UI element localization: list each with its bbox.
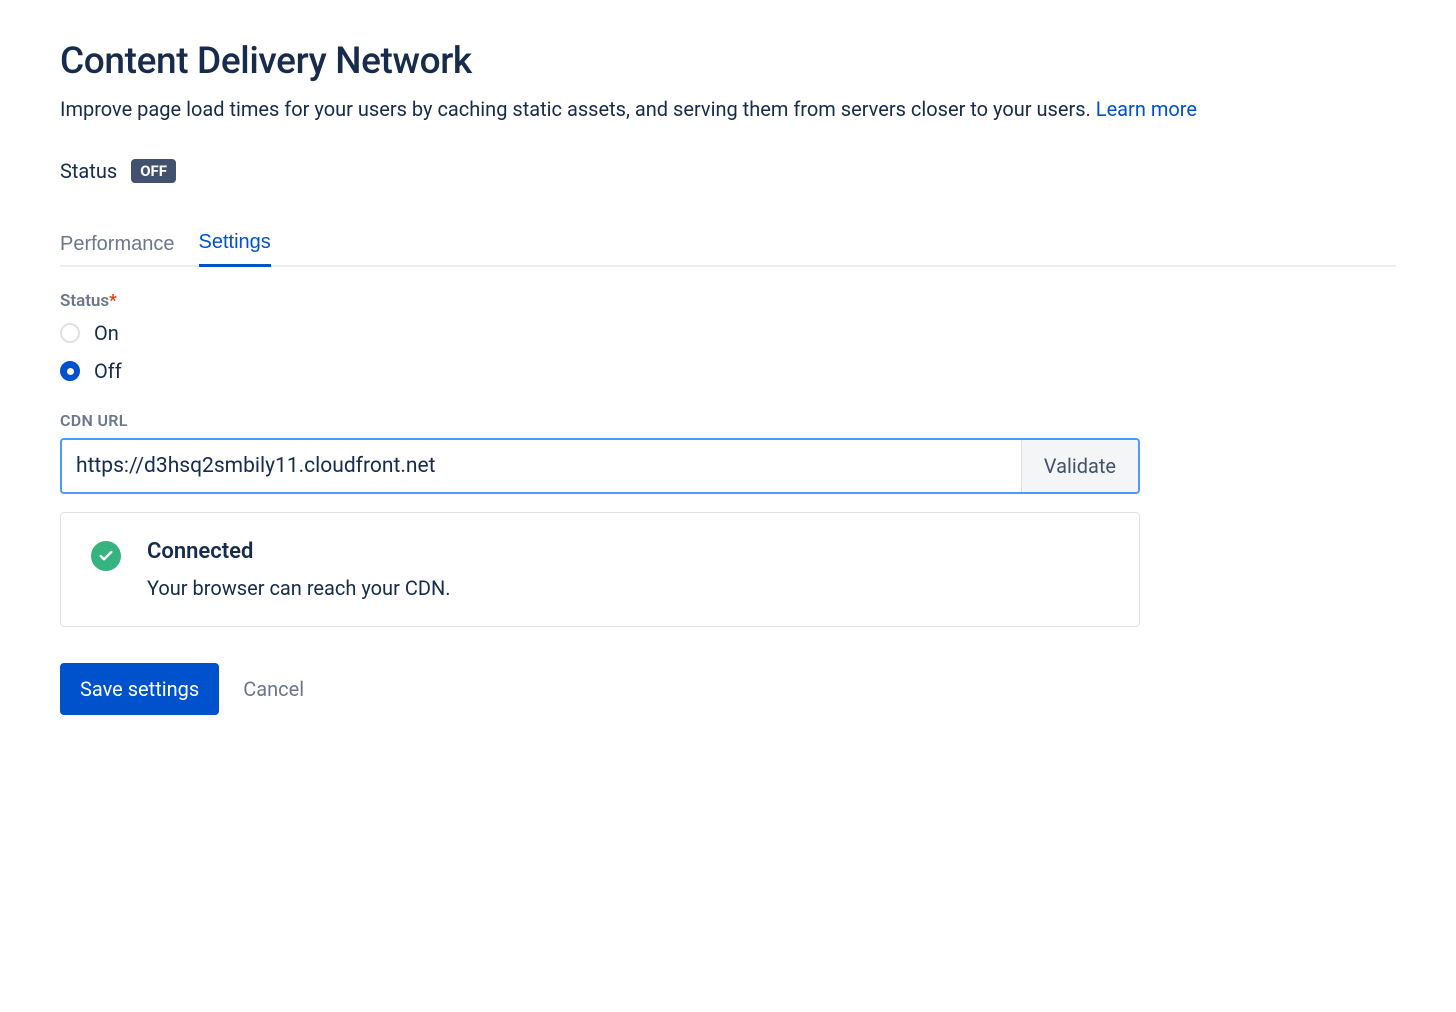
cdn-url-input[interactable] [62, 440, 1021, 492]
save-button[interactable]: Save settings [60, 663, 219, 715]
status-row: Status OFF [60, 159, 1396, 183]
message-title: Connected [147, 539, 1109, 564]
radio-off[interactable] [60, 361, 80, 381]
tabs: Performance Settings [60, 231, 1396, 267]
status-radio-group: On Off [60, 321, 1396, 383]
connection-message: Connected Your browser can reach your CD… [60, 512, 1140, 627]
status-field-label: Status* [60, 291, 1396, 311]
radio-on-label: On [94, 321, 119, 345]
page-description: Improve page load times for your users b… [60, 95, 1396, 123]
cdn-url-input-wrapper: Validate [60, 438, 1140, 494]
required-mark: * [109, 291, 117, 311]
page-title: Content Delivery Network [60, 40, 1396, 83]
status-label: Status [60, 159, 117, 183]
description-text: Improve page load times for your users b… [60, 97, 1096, 121]
status-field-label-text: Status [60, 291, 109, 311]
action-buttons: Save settings Cancel [60, 663, 1396, 715]
check-circle-icon [91, 541, 121, 571]
settings-form: Status* On Off CDN URL Validate Connecte… [60, 291, 1396, 715]
cancel-button[interactable]: Cancel [243, 677, 304, 701]
radio-option-on[interactable]: On [60, 321, 1396, 345]
status-badge: OFF [131, 159, 176, 183]
validate-button[interactable]: Validate [1021, 440, 1138, 492]
radio-on[interactable] [60, 323, 80, 343]
cdn-url-label: CDN URL [60, 411, 1396, 430]
tab-settings[interactable]: Settings [199, 231, 271, 267]
radio-off-label: Off [94, 359, 122, 383]
message-content: Connected Your browser can reach your CD… [147, 539, 1109, 600]
message-text: Your browser can reach your CDN. [147, 576, 1109, 600]
learn-more-link[interactable]: Learn more [1096, 97, 1197, 121]
tab-performance[interactable]: Performance [60, 231, 175, 267]
radio-option-off[interactable]: Off [60, 359, 1396, 383]
